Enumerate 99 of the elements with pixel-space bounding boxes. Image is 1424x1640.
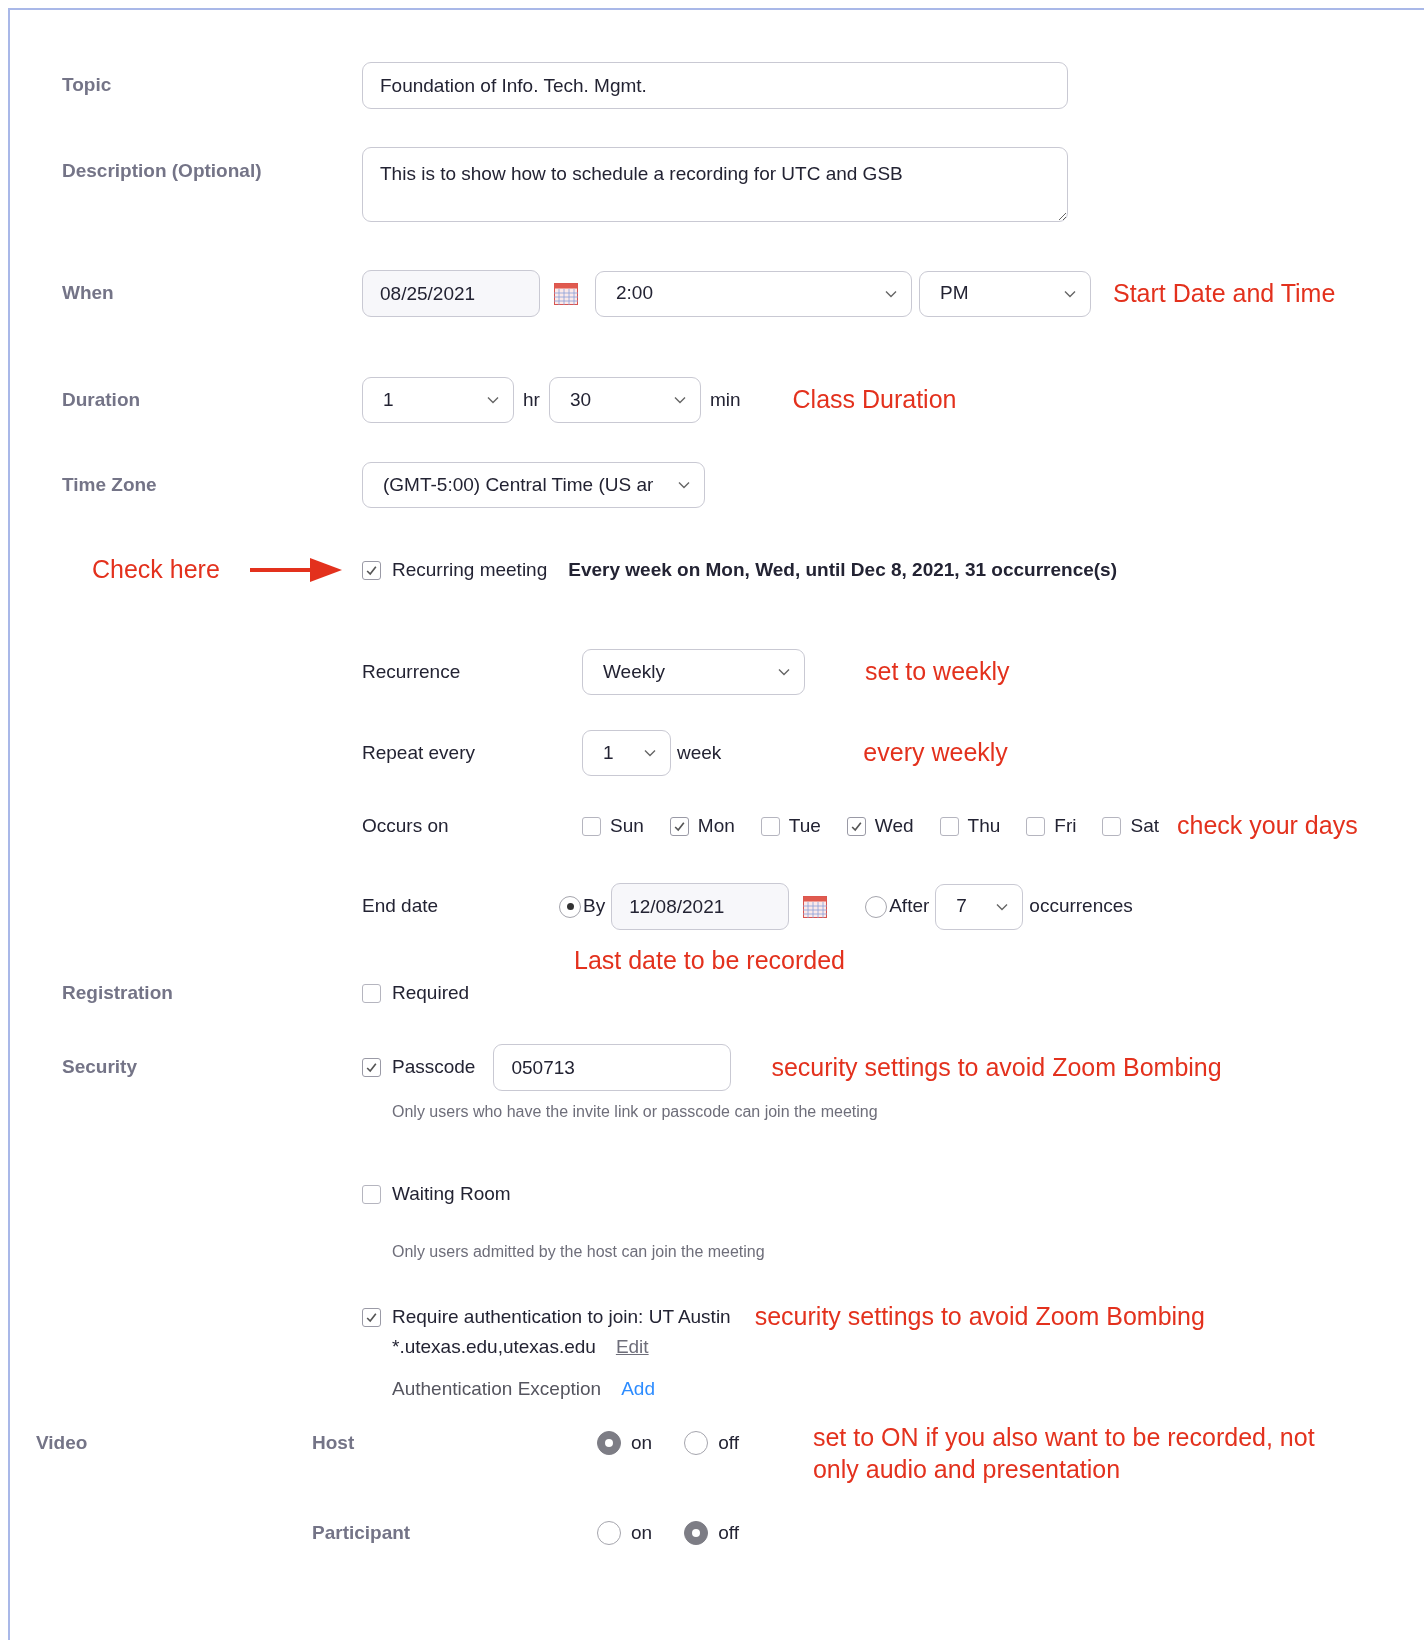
chevron-down-icon (1064, 289, 1076, 298)
chevron-down-icon (644, 749, 656, 757)
checkmark-icon (365, 1061, 378, 1074)
checkbox[interactable] (362, 1058, 381, 1077)
annotation-text: every weekly (863, 738, 1008, 767)
unit-label: occurrences (1029, 895, 1133, 917)
chevron-down-icon (678, 481, 690, 489)
time-select[interactable]: 2:00 (595, 270, 912, 317)
day-label: Thu (967, 814, 1001, 836)
checkbox[interactable] (939, 816, 959, 836)
radio-button[interactable] (684, 1431, 709, 1456)
radio-label: off (718, 1522, 739, 1543)
annotation-text: set to weekly (865, 657, 1010, 686)
unit-label: week (677, 741, 722, 763)
checkmark-icon (672, 819, 686, 833)
chevron-down-icon (885, 289, 897, 298)
annotation-text: Last date to be recorded (574, 945, 846, 977)
exception-label: Authentication Exception (392, 1376, 602, 1401)
radio-button[interactable] (597, 1521, 621, 1546)
annotation-text: Start Date and Time (1113, 278, 1336, 307)
chevron-down-icon (778, 668, 790, 676)
hours-select[interactable]: 1 (362, 377, 514, 423)
time-zone-select[interactable]: (GMT-5:00) Central Time (US ar (362, 462, 705, 508)
edit-link[interactable]: Edit (615, 1332, 649, 1362)
checkbox[interactable] (362, 1184, 381, 1204)
checkmark-icon (365, 563, 378, 577)
field-label: Time Zone (62, 473, 157, 495)
chevron-down-icon (487, 396, 499, 404)
day-label: Sun (610, 814, 644, 836)
field-label: Description (Optional) (62, 160, 262, 181)
field-label: Host (312, 1432, 355, 1453)
checkmark-icon (849, 819, 863, 833)
day-label: Fri (1054, 814, 1077, 836)
field-label: Topic (62, 74, 112, 96)
radio-button[interactable] (865, 895, 888, 918)
radio-button[interactable] (597, 1431, 621, 1456)
checkbox-label: Waiting Room (392, 1182, 511, 1204)
checkbox-label: Require authentication to join: UT Austin (392, 1305, 731, 1327)
checkbox[interactable] (1026, 816, 1046, 836)
field-label: Registration (62, 981, 173, 1003)
checkbox[interactable] (362, 1307, 381, 1327)
annotation-text: Check here (92, 554, 220, 586)
field-label: Repeat every (362, 741, 475, 763)
am-pm-select[interactable]: PM (919, 270, 1091, 317)
annotation-text: security settings to avoid Zoom Bombing (771, 1052, 1222, 1081)
radio-label: By (583, 895, 606, 917)
checkbox[interactable] (582, 816, 601, 836)
checkbox[interactable] (362, 560, 381, 580)
checkbox-label: Recurring meeting (392, 558, 548, 580)
radio-button[interactable] (684, 1521, 709, 1546)
day-label: Wed (874, 814, 914, 836)
checkmark-icon (365, 1310, 378, 1324)
domain-text: *.utexas.edu,utexas.edu (392, 1334, 596, 1359)
arrow-right-icon (249, 556, 342, 584)
topic-field[interactable]: Foundation of Info. Tech. Mgmt. (362, 62, 1068, 109)
checkbox[interactable] (362, 983, 381, 1003)
checkbox[interactable] (669, 816, 689, 836)
field-label: Participant (312, 1522, 411, 1543)
recurrence-select[interactable]: Weekly (582, 649, 805, 695)
annotation-text: Class Duration (792, 385, 957, 414)
description-field[interactable]: This is to show how to schedule a recording for UTC and GSB (362, 147, 1068, 222)
radio-label: on (631, 1522, 653, 1543)
annotation-text: security settings to avoid Zoom Bombing (754, 1302, 1205, 1331)
day-label: Tue (788, 814, 821, 836)
hint-text: Only users admitted by the host can join the meeting (392, 1242, 765, 1262)
recurrence-summary: Every week on Mon, Wed, until Dec 8, 2021, 31 occurrence(s) (568, 558, 1117, 580)
checkbox-label: Required (392, 981, 470, 1003)
field-label: Duration (62, 388, 141, 410)
field-label: Security (62, 1056, 137, 1078)
annotation-text: check your days (1177, 811, 1358, 840)
unit-label: hr (523, 388, 540, 410)
radio-label: off (718, 1432, 739, 1453)
calendar-icon[interactable] (554, 282, 578, 305)
minutes-select[interactable]: 30 (548, 377, 701, 423)
checkbox[interactable] (846, 816, 866, 836)
checkbox-label: Passcode (392, 1056, 476, 1078)
repeat-select[interactable]: 1 (582, 730, 671, 776)
day-label: Mon (697, 814, 735, 836)
calendar-icon[interactable] (803, 895, 828, 918)
checkbox[interactable] (760, 816, 780, 836)
field-label: Recurrence (362, 660, 461, 682)
chevron-down-icon (996, 902, 1009, 911)
radio-label: After (889, 895, 930, 917)
chevron-down-icon (673, 396, 686, 404)
day-label: Sat (1130, 814, 1159, 836)
passcode-field[interactable]: 050713 (493, 1044, 732, 1091)
end-date-field[interactable]: 12/08/2021 (611, 883, 790, 930)
date-field[interactable]: 08/25/2021 (362, 270, 540, 317)
radio-button[interactable] (559, 895, 581, 918)
radio-label: on (631, 1432, 653, 1453)
field-label: Video (36, 1432, 88, 1453)
field-label: End date (362, 895, 439, 917)
checkbox[interactable] (1102, 816, 1122, 836)
unit-label: min (709, 388, 741, 410)
field-label: Occurs on (362, 814, 449, 836)
occurrences-select[interactable]: 7 (935, 883, 1024, 930)
annotation-text: set to ON if you also want to be recorded, not only audio and presentation (812, 1422, 1316, 1485)
hint-text: Only users who have the invite link or passcode can join the meeting (392, 1102, 878, 1122)
field-label: When (62, 282, 114, 304)
